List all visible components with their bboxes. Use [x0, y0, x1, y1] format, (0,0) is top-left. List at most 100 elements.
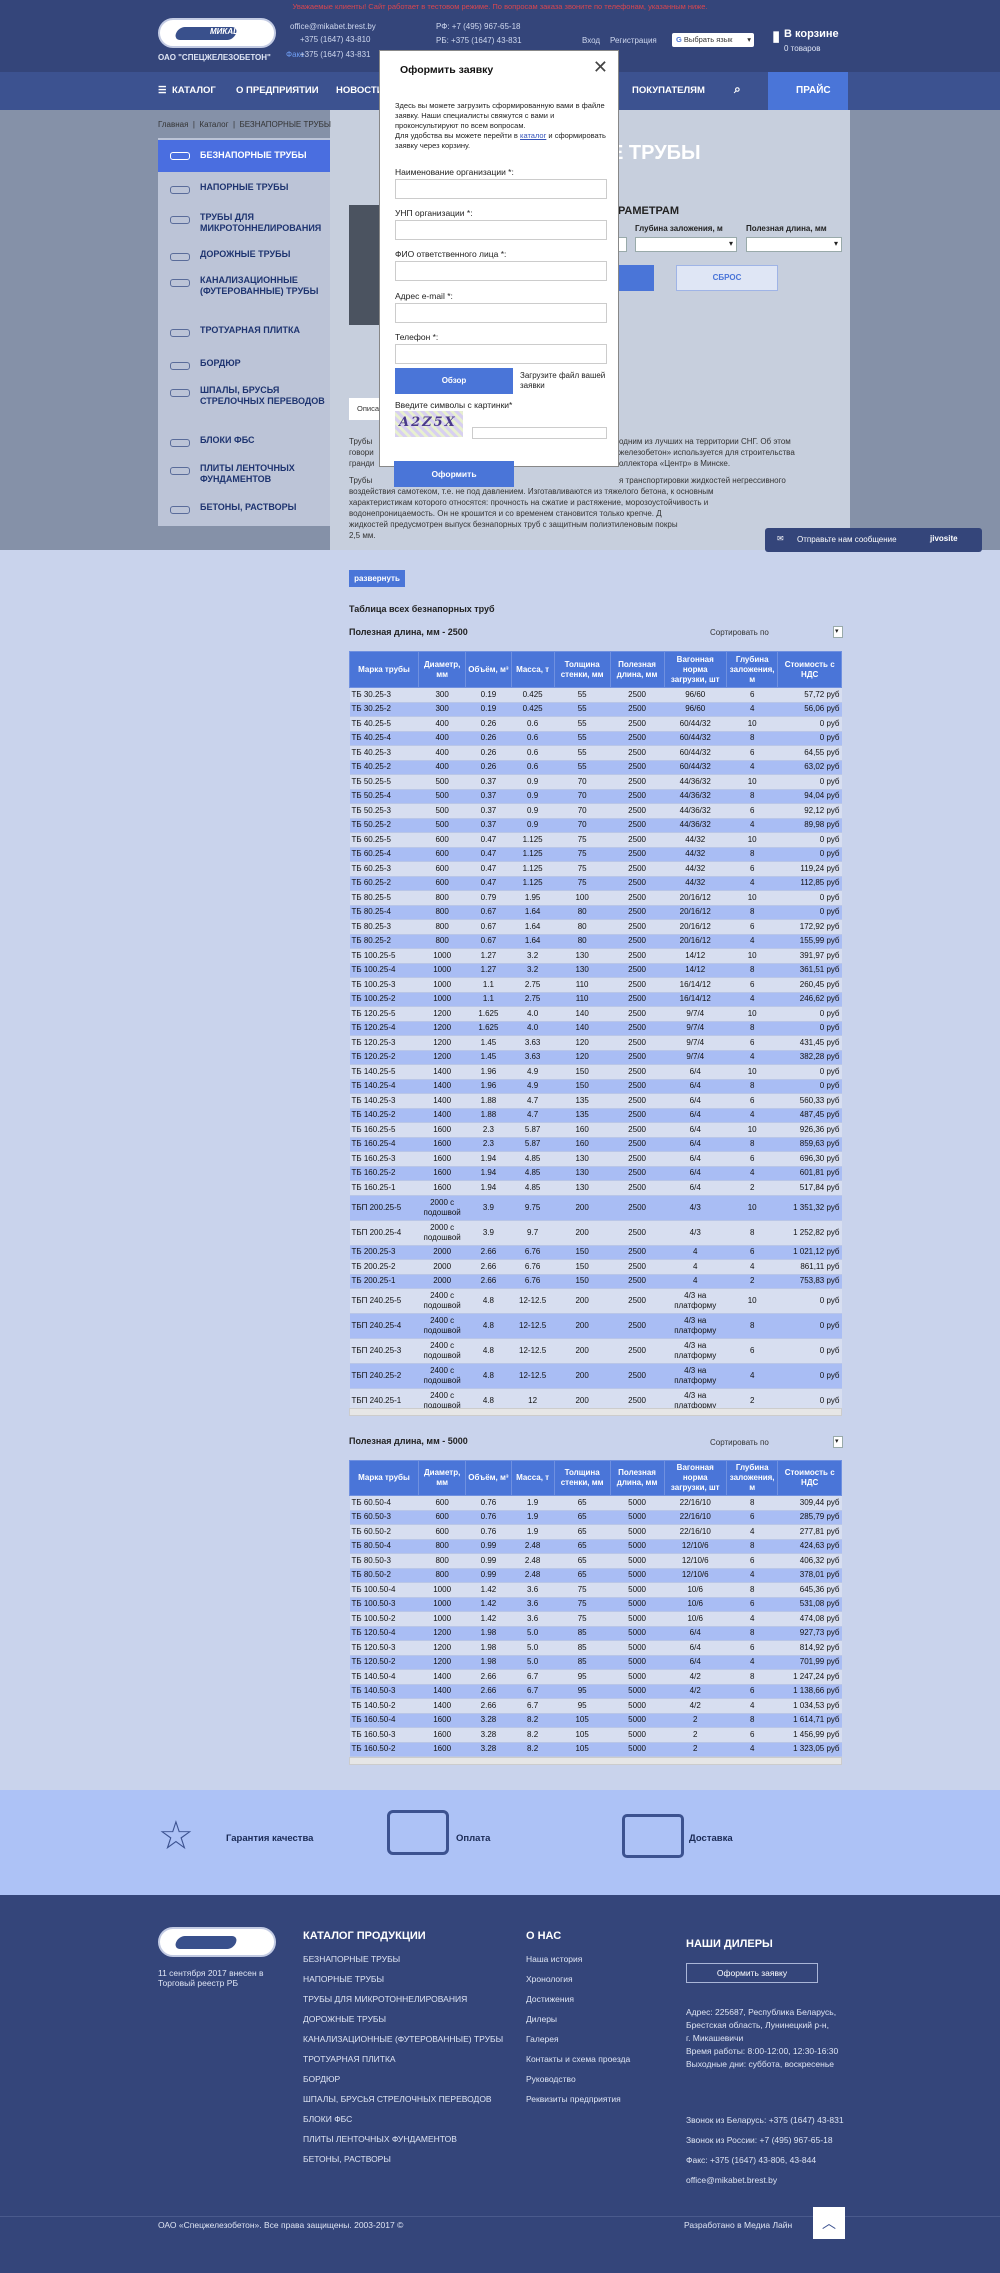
footer-catalog-link[interactable]: НАПОРНЫЕ ТРУБЫ — [303, 1974, 503, 1994]
footer-about-link[interactable]: Контакты и схема проезда — [526, 2054, 630, 2074]
table-cell: 4 — [726, 1166, 778, 1181]
footer-about-link[interactable]: Руководство — [526, 2074, 630, 2094]
close-icon[interactable]: ✕ — [593, 57, 608, 78]
footer-catalog-link[interactable]: ШПАЛЫ, БРУСЬЯ СТРЕЛОЧНЫХ ПЕРЕВОДОВ — [303, 2094, 503, 2114]
table-cell: 500 — [418, 818, 466, 833]
login-link[interactable]: Вход — [582, 36, 600, 45]
footer-about-link[interactable]: Наша история — [526, 1954, 630, 1974]
sidebar-item-paving[interactable]: ТРОТУАРНАЯ ПЛИТКА — [158, 325, 330, 337]
org-input[interactable] — [395, 179, 607, 199]
table-cell: ТБ 80.25-5 — [349, 890, 419, 906]
top-warning: Уважаемые клиенты! Сайт работает в тесто… — [292, 2, 708, 11]
sidebar-item-road-pipes[interactable]: ДОРОЖНЫЕ ТРУБЫ — [158, 249, 330, 261]
table-cell: 927,73 руб — [777, 1626, 842, 1641]
unp-input[interactable] — [395, 220, 607, 240]
sidebar-item-pressure-pipes[interactable]: НАПОРНЫЕ ТРУБЫ — [158, 182, 330, 194]
table2-scrollbar[interactable] — [349, 1757, 842, 1765]
header-phone-by1[interactable]: +375 (1647) 43-810 — [300, 35, 371, 44]
nav-about[interactable]: О ПРЕДПРИЯТИИ — [236, 85, 319, 96]
nav-buyers[interactable]: ПОКУПАТЕЛЯМ — [632, 85, 705, 96]
tab-description[interactable]: Описа — [349, 398, 379, 420]
table-cell: 2500 — [610, 1079, 664, 1094]
table-cell: 1.125 — [511, 876, 555, 891]
footer-catalog-link[interactable]: КАНАЛИЗАЦИОННЫЕ (ФУТЕРОВАННЫЕ) ТРУБЫ — [303, 2034, 503, 2054]
footer-phone-line[interactable]: Звонок из Беларусь: +375 (1647) 43-831 — [686, 2110, 844, 2130]
reset-button[interactable]: СБРОС — [676, 265, 778, 291]
phone-input[interactable] — [395, 344, 607, 364]
footer-catalog-link[interactable]: ДОРОЖНЫЕ ТРУБЫ — [303, 2014, 503, 2034]
register-link[interactable]: Регистрация — [610, 36, 657, 45]
footer-phone-line[interactable]: Факс: +375 (1647) 43-806, 43-844 — [686, 2150, 844, 2170]
sidebar-item-sleepers[interactable]: ШПАЛЫ, БРУСЬЯ СТРЕЛОЧНЫХ ПЕРЕВОДОВ — [158, 385, 330, 407]
footer-catalog-link[interactable]: БЛОКИ ФБС — [303, 2114, 503, 2134]
table-row: ТБП 240.25-3 2400 с подошвой 4.8 12-12.5 200… — [349, 1338, 842, 1364]
cart-title[interactable]: В корзине — [784, 28, 839, 40]
browse-button[interactable]: Обзор — [395, 368, 513, 394]
table-cell: 0.6 — [511, 716, 555, 732]
filter-length-select[interactable]: ▾ — [746, 237, 842, 252]
sidebar-item-foundation-plates[interactable]: ПЛИТЫ ЛЕНТОЧНЫХ ФУНДАМЕНТОВ — [158, 463, 330, 485]
footer-phone-line[interactable]: Звонок из России: +7 (495) 967-65-18 — [686, 2130, 844, 2150]
footer-about-link[interactable]: Реквизиты предприятия — [526, 2094, 630, 2114]
table-cell: 12-12.5 — [511, 1288, 555, 1314]
footer-about-link[interactable]: Галерея — [526, 2034, 630, 2054]
google-icon: G — [676, 35, 684, 44]
footer-catalog-link[interactable]: БОРДЮР — [303, 2074, 503, 2094]
table-cell: 6/4 — [664, 1093, 727, 1109]
table-cell: 89,98 руб — [777, 818, 842, 833]
footer-catalog-link[interactable]: ТРУБЫ ДЛЯ МИКРОТОННЕЛИРОВАНИЯ — [303, 1994, 503, 2014]
email-input[interactable] — [395, 303, 607, 323]
table-row: ТБ 140.50-2 1400 2.66 6.7 95 5000 4/2 4 1 034,53… — [349, 1698, 842, 1714]
table1-scrollbar[interactable] — [349, 1408, 842, 1416]
header-phone-by2[interactable]: +375 (1647) 43-831 — [300, 50, 371, 59]
logo[interactable]: МИКАШ — [158, 18, 276, 48]
header-email[interactable]: office@mikabet.brest.by — [290, 22, 376, 31]
table1-sort-select[interactable]: ▾ — [833, 626, 843, 638]
breadcrumb-catalog[interactable]: Каталог — [199, 120, 228, 129]
footer-catalog-link[interactable]: ПЛИТЫ ЛЕНТОЧНЫХ ФУНДАМЕНТОВ — [303, 2134, 503, 2154]
chevron-down-icon: ▾ — [747, 35, 751, 44]
footer-about-link[interactable]: Дилеры — [526, 2014, 630, 2034]
header-phone-rb[interactable]: РБ: +375 (1647) 43-831 — [436, 36, 522, 45]
footer-phone-line[interactable]: office@mikabet.brest.by — [686, 2170, 844, 2190]
sidebar-item-microtunneling[interactable]: ТРУБЫ ДЛЯ МИКРОТОННЕЛИРОВАНИЯ — [158, 212, 330, 234]
table-cell: ТБ 50.25-3 — [349, 803, 419, 819]
table-cell: ТБ 140.25-5 — [349, 1064, 419, 1080]
nav-news[interactable]: НОВОСТИ — [336, 85, 384, 96]
catalog-link[interactable]: каталог — [520, 131, 546, 140]
sidebar-item-gravity-pipes[interactable]: БЕЗНАПОРНЫЕ ТРУБЫ — [158, 140, 330, 172]
nav-catalog[interactable]: КАТАЛОГ — [172, 85, 216, 96]
chat-widget[interactable]: ✉ Отправьте нам сообщение jivosite — [765, 528, 982, 552]
footer-about-link[interactable]: Достижения — [526, 1994, 630, 2014]
table-cell: 0.47 — [465, 847, 512, 862]
captcha-input[interactable] — [472, 427, 607, 439]
language-select[interactable]: G Выбрать язык ▾ — [672, 33, 754, 47]
developer-credit[interactable]: Разработано в Медиа Лайн — [684, 2220, 792, 2230]
table-cell: 1000 — [418, 1582, 466, 1598]
footer-catalog-link[interactable]: БЕТОНЫ, РАСТВОРЫ — [303, 2154, 503, 2174]
filter-depth-select[interactable]: ▾ — [635, 237, 737, 252]
footer-catalog-link[interactable]: БЕЗНАПОРНЫЕ ТРУБЫ — [303, 1954, 503, 1974]
scroll-up-icon[interactable]: ︿ — [813, 2207, 845, 2239]
sidebar-item-sewer-pipes[interactable]: КАНАЛИЗАЦИОННЫЕ (ФУТЕРОВАННЫЕ) ТРУБЫ — [158, 275, 330, 297]
footer-order-button[interactable]: Оформить заявку — [686, 1963, 818, 1983]
breadcrumb-home[interactable]: Главная — [158, 120, 188, 129]
footer-reg-note: 11 сентября 2017 внесен в Торговый реест… — [158, 1968, 264, 1988]
fio-input[interactable] — [395, 261, 607, 281]
cart-icon[interactable]: ▮ — [772, 27, 780, 45]
footer-about-link[interactable]: Хронология — [526, 1974, 630, 1994]
footer-catalog-link[interactable]: ТРОТУАРНАЯ ПЛИТКА — [303, 2054, 503, 2074]
header-phone-ru[interactable]: РФ: +7 (495) 967-65-18 — [436, 22, 521, 31]
sidebar-item-fbs-blocks[interactable]: БЛОКИ ФБС — [158, 435, 330, 447]
search-icon[interactable]: ⌕ — [734, 82, 741, 97]
table-row: ТБ 50.25-5 500 0.37 0.9 70 2500 44/36/32 10 0 ру… — [349, 774, 842, 790]
price-button[interactable]: ПРАЙС — [768, 72, 848, 110]
table2-sort-select[interactable]: ▾ — [833, 1436, 843, 1448]
submit-button[interactable]: Оформить — [394, 461, 514, 487]
footer-logo[interactable] — [158, 1927, 276, 1957]
table-cell: 6 — [726, 803, 778, 819]
expand-button[interactable]: развернуть — [349, 570, 405, 587]
footer-catalog-title: КАТАЛОГ ПРОДУКЦИИ — [303, 1930, 426, 1942]
sidebar-item-concrete[interactable]: БЕТОНЫ, РАСТВОРЫ — [158, 502, 330, 514]
sidebar-item-curb[interactable]: БОРДЮР — [158, 358, 330, 370]
